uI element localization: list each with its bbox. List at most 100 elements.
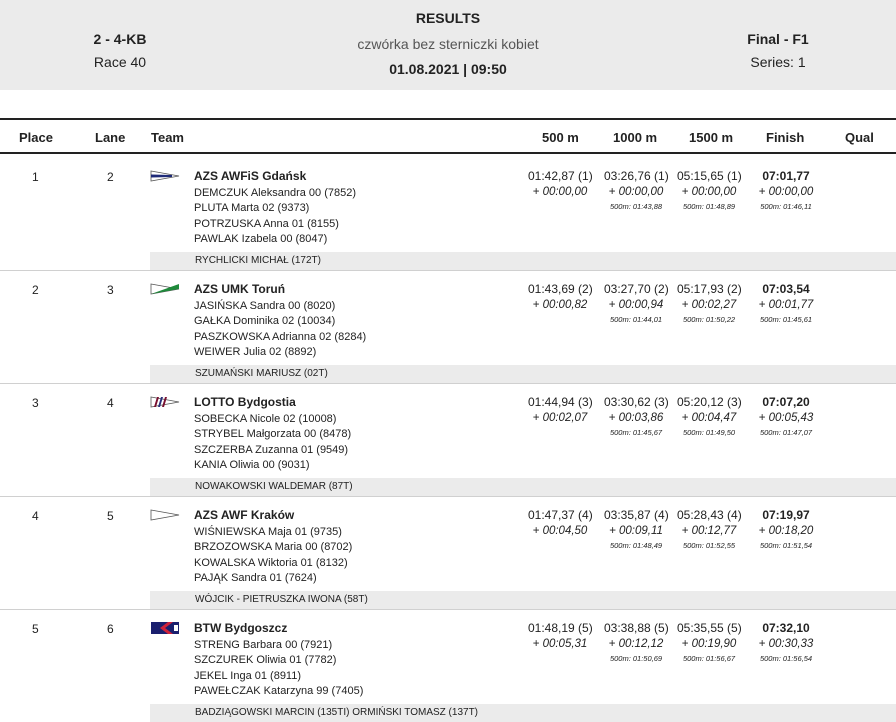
split-time: 05:17,93 (2) — [677, 282, 742, 296]
split-1500m: 05:15,65 (1) + 00:00,00 500m: 01:48,89 — [677, 169, 742, 211]
result-row: 2 3 AZS UMK Toruń JASIŃSKA Sandra 00 (80… — [0, 270, 896, 384]
crew-member: PAJĄK Sandra 01 (7624) — [194, 571, 317, 584]
result-row: 4 5 AZS AWF Kraków WIŚNIEWSKA Maja 01 (9… — [0, 496, 896, 610]
split-diff: + 00:12,12 — [608, 638, 664, 650]
split-diff: + 00:00,00 — [608, 186, 664, 198]
race-datetime: 01.08.2021 | 09:50 — [389, 61, 507, 77]
split-pace: 500m: 01:49,50 — [682, 428, 736, 437]
split-time: 01:48,19 (5) — [528, 621, 593, 635]
crew-member: DEMCZUK Aleksandra 00 (7852) — [194, 187, 357, 199]
crew-member: POTRZUSKA Anna 01 (8155) — [194, 217, 339, 230]
finish-time: 07:03,54 — [762, 282, 810, 296]
crew-member: JEKEL Inga 01 (8911) — [194, 669, 302, 682]
crew-list: SOBECKA Nicole 02 (10008) STRYBEL Małgor… — [194, 412, 351, 473]
crew-member: STRENG Barbara 00 (7921) — [194, 639, 333, 651]
team-name: AZS UMK Toruń — [194, 282, 286, 296]
lane-value: 4 — [107, 396, 114, 410]
team-name: LOTTO Bydgostia — [194, 395, 296, 409]
split-time: 05:20,12 (3) — [677, 395, 742, 409]
crew-list: WIŚNIEWSKA Maja 01 (9735) BRZOZOWSKA Mar… — [194, 525, 352, 586]
split-diff: + 00:00,00 — [681, 186, 737, 198]
bydgostia-flag-icon — [150, 396, 180, 408]
split-500m: 01:47,37 (4) + 00:04,50 — [528, 508, 593, 537]
torun-flag-icon — [150, 283, 180, 295]
split-diff: + 00:03,86 — [608, 412, 664, 424]
split-pace: 500m: 01:50,22 — [682, 315, 736, 324]
coach-bar: WÓJCIK - PIETRUSZKA IWONA (58T) — [150, 591, 896, 609]
col-place: Place — [19, 130, 53, 145]
crew-member: SOBECKA Nicole 02 (10008) — [194, 413, 337, 425]
split-pace: 500m: 01:52,55 — [682, 541, 736, 550]
crew-member: SZCZERBA Zuzanna 01 (9549) — [194, 443, 349, 456]
split-time: 05:35,55 (5) — [677, 621, 742, 635]
gdansk-flag-icon — [150, 170, 180, 182]
split-diff: + 00:19,90 — [681, 638, 737, 650]
coach-name: SZUMAŃSKI MARIUSZ (02T) — [195, 368, 328, 379]
split-time: 03:26,76 (1) — [604, 169, 669, 183]
split-pace: 500m: 01:50,69 — [609, 654, 663, 663]
place-value: 1 — [32, 170, 39, 184]
split-1000m: 03:26,76 (1) + 00:00,00 500m: 01:43,88 — [604, 169, 669, 211]
crew-member: WEIWER Julia 02 (8892) — [194, 345, 317, 358]
split-500m: 01:48,19 (5) + 00:05,31 — [528, 621, 593, 650]
krakow-flag-icon — [150, 509, 180, 521]
page-title: RESULTS — [415, 10, 481, 26]
place-value: 4 — [32, 509, 39, 523]
coach-name: WÓJCIK - PIETRUSZKA IWONA (58T) — [195, 594, 368, 605]
coach-bar: BADZIĄGOWSKI MARCIN (135TI) ORMIŃSKI TOM… — [150, 704, 896, 722]
split-diff: + 00:02,27 — [681, 299, 737, 311]
team-name: AZS AWFiS Gdańsk — [194, 169, 307, 183]
split-1500m: 05:20,12 (3) + 00:04,47 500m: 01:49,50 — [677, 395, 742, 437]
place-value: 2 — [32, 283, 39, 297]
split-time: 01:43,69 (2) — [528, 282, 593, 296]
btw-flag-icon — [151, 622, 179, 634]
split-time: 03:27,70 (2) — [604, 282, 669, 296]
split-time: 01:47,37 (4) — [528, 508, 593, 522]
finish-time: 07:07,20 — [762, 395, 810, 409]
coach-name: BADZIĄGOWSKI MARCIN (135TI) ORMIŃSKI TOM… — [195, 707, 479, 718]
split-pace: 500m: 01:48,89 — [682, 202, 736, 211]
col-lane: Lane — [95, 130, 126, 145]
crew-member: BRZOZOWSKA Maria 00 (8702) — [194, 541, 353, 554]
finish-time: 07:19,97 — [762, 508, 810, 522]
finish-diff: + 00:30,33 — [758, 638, 814, 650]
results-column-header: Place Lane Team 500 m 1000 m 1500 m Fini… — [0, 118, 896, 154]
crew-list: JASIŃSKA Sandra 00 (8020) GAŁKA Dominika… — [194, 299, 366, 360]
finish-time: 07:01,77 — [762, 169, 810, 183]
split-time: 03:35,87 (4) — [604, 508, 669, 522]
crew-member: PLUTA Marta 02 (9373) — [194, 202, 310, 215]
result-row: 5 6 BTW Bydgoszcz STRENG Barbara 00 (792… — [0, 609, 896, 722]
crew-member: KANIA Oliwia 00 (9031) — [194, 458, 310, 471]
split-pace: 500m: 01:45,67 — [609, 428, 663, 437]
finish-time: 07:32,10 — [762, 621, 810, 635]
split-diff: + 00:00,00 — [532, 186, 588, 198]
finish-pace: 500m: 01:51,54 — [759, 541, 813, 550]
lane-value: 2 — [107, 170, 114, 184]
race-phase: Final - F1 — [747, 31, 809, 47]
split-1000m: 03:27,70 (2) + 00:00,94 500m: 01:44,01 — [604, 282, 669, 324]
split-time: 05:15,65 (1) — [677, 169, 742, 183]
crew-member: JASIŃSKA Sandra 00 (8020) — [194, 300, 336, 312]
finish-diff: + 00:05,43 — [758, 412, 814, 424]
split-diff: + 00:02,07 — [532, 412, 588, 424]
coach-name: NOWAKOWSKI WALDEMAR (87T) — [195, 481, 353, 492]
col-qual: Qual — [845, 130, 874, 145]
lane-value: 5 — [107, 509, 114, 523]
event-name: czwórka bez sterniczki kobiet — [357, 36, 539, 52]
split-finish: 07:01,77 + 00:00,00 500m: 01:46,11 — [754, 169, 818, 211]
split-1500m: 05:17,93 (2) + 00:02,27 500m: 01:50,22 — [677, 282, 742, 324]
split-time: 01:42,87 (1) — [528, 169, 593, 183]
split-finish: 07:07,20 + 00:05,43 500m: 01:47,07 — [754, 395, 818, 437]
split-diff: + 00:04,50 — [532, 525, 588, 537]
split-pace: 500m: 01:44,01 — [609, 315, 663, 324]
split-diff: + 00:00,82 — [532, 299, 588, 311]
split-1500m: 05:28,43 (4) + 00:12,77 500m: 01:52,55 — [677, 508, 742, 550]
split-1500m: 05:35,55 (5) + 00:19,90 500m: 01:56,67 — [677, 621, 742, 663]
result-row: 3 4 LOTTO Bydgostia SOBECKA Nicole 02 (1… — [0, 383, 896, 497]
split-finish: 07:19,97 + 00:18,20 500m: 01:51,54 — [754, 508, 818, 550]
coach-bar: RYCHLICKI MICHAŁ (172T) — [150, 252, 896, 270]
finish-pace: 500m: 01:46,11 — [760, 202, 812, 211]
split-diff: + 00:12,77 — [681, 525, 737, 537]
finish-pace: 500m: 01:45,61 — [759, 315, 813, 324]
col-1500m: 1500 m — [689, 130, 734, 145]
